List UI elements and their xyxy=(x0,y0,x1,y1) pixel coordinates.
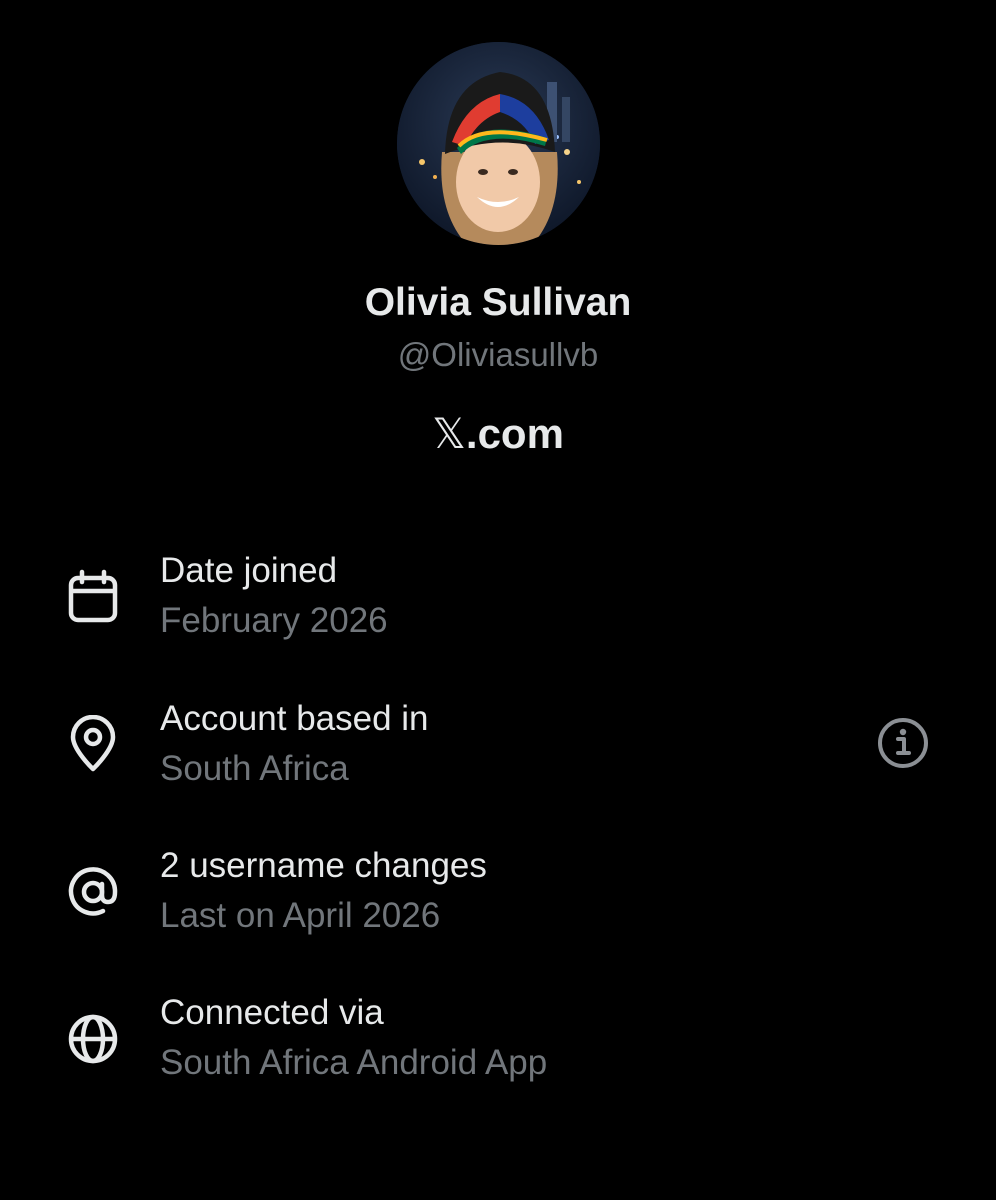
avatar[interactable] xyxy=(397,42,600,245)
detail-value: South Africa Android App xyxy=(160,1043,548,1082)
x-logo-icon: 𝕏 xyxy=(432,409,466,458)
at-sign-icon xyxy=(63,862,123,922)
detail-row-connected-via: Connected via South Africa Android App xyxy=(0,991,996,1101)
calendar-icon xyxy=(63,567,123,627)
detail-value: Last on April 2026 xyxy=(160,896,441,935)
detail-value: South Africa xyxy=(160,749,349,788)
display-name: Olivia Sullivan xyxy=(364,281,632,324)
brand-domain: 𝕏.com xyxy=(0,407,996,461)
detail-row-username-changes: 2 username changes Last on April 2026 xyxy=(0,844,996,954)
globe-icon xyxy=(63,1009,123,1069)
user-handle: @Oliviasullvb xyxy=(397,336,599,373)
location-pin-icon xyxy=(63,715,123,775)
avatar-image xyxy=(397,42,600,245)
detail-row-date-joined: Date joined February 2026 xyxy=(0,549,996,659)
detail-title: Date joined xyxy=(160,551,338,590)
brand-domain-suffix: .com xyxy=(465,410,564,457)
detail-title: Connected via xyxy=(160,993,384,1032)
info-icon[interactable] xyxy=(876,716,930,770)
detail-title: 2 username changes xyxy=(160,846,487,885)
detail-title: Account based in xyxy=(160,699,429,738)
detail-row-account-based-in: Account based in South Africa xyxy=(0,697,996,807)
detail-value: February 2026 xyxy=(160,601,388,640)
